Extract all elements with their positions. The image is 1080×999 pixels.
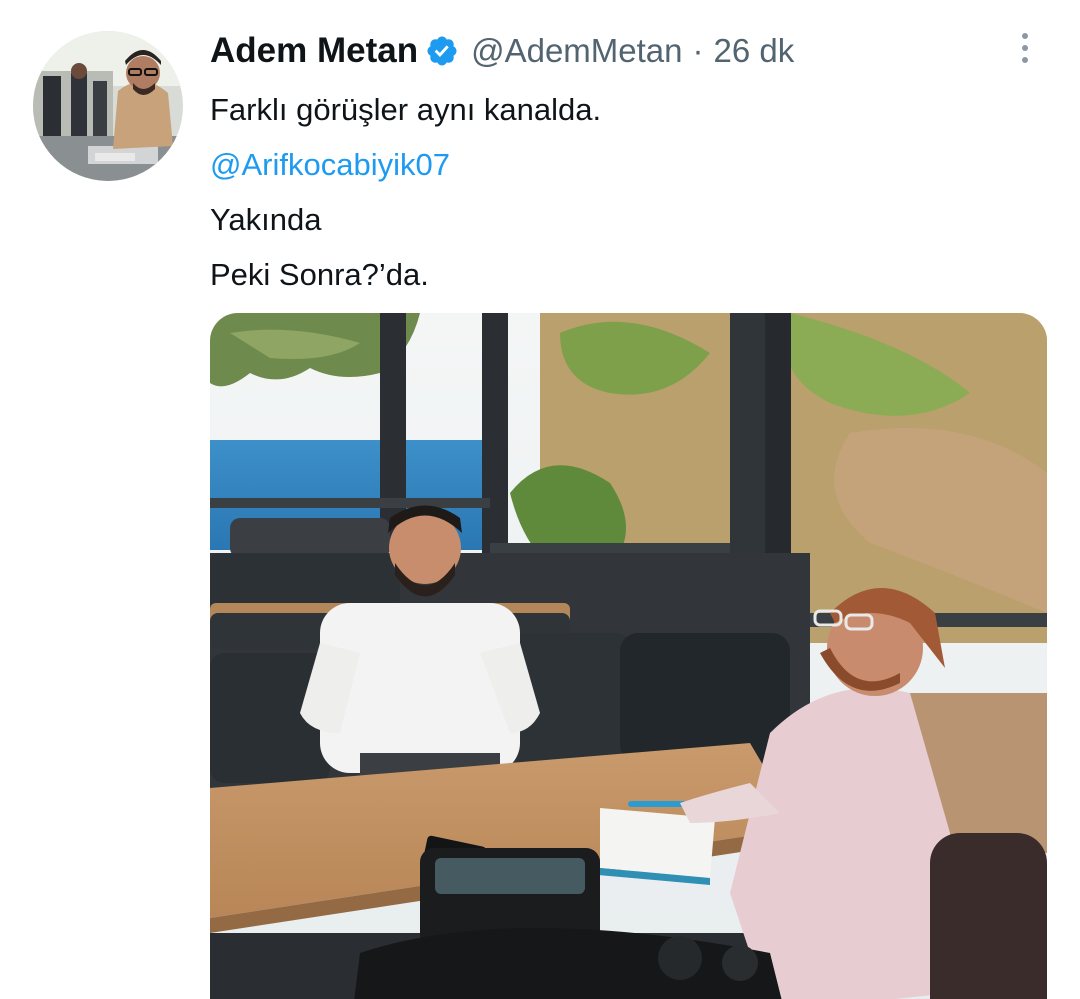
tweet-text-line: Farklı görüşler aynı kanalda. bbox=[210, 92, 602, 127]
tweet-text-line: Peki Sonra?’da. bbox=[210, 257, 429, 292]
more-vertical-icon[interactable] bbox=[1005, 28, 1045, 68]
author-name[interactable]: Adem Metan bbox=[210, 31, 418, 71]
mention-link[interactable]: @Arifkocabiyik07 bbox=[210, 137, 601, 192]
tweet-media-photo[interactable] bbox=[210, 313, 1047, 999]
photo-interview-image bbox=[210, 313, 1047, 999]
tweet-header: Adem Metan @AdemMetan · 26 dk bbox=[210, 26, 794, 76]
tweet-timestamp[interactable]: 26 dk bbox=[714, 32, 795, 70]
tweet-card[interactable]: Adem Metan @AdemMetan · 26 dk Farklı gör… bbox=[0, 0, 1080, 999]
author-handle[interactable]: @AdemMetan bbox=[471, 32, 682, 70]
separator-dot: · bbox=[692, 32, 704, 69]
tweet-text-line: Yakında bbox=[210, 202, 322, 237]
verified-badge-icon bbox=[425, 34, 459, 68]
author-avatar[interactable] bbox=[33, 31, 183, 181]
avatar-photo-icon bbox=[33, 31, 183, 181]
tweet-text: Farklı görüşler aynı kanalda. @Arifkocab… bbox=[210, 82, 601, 302]
